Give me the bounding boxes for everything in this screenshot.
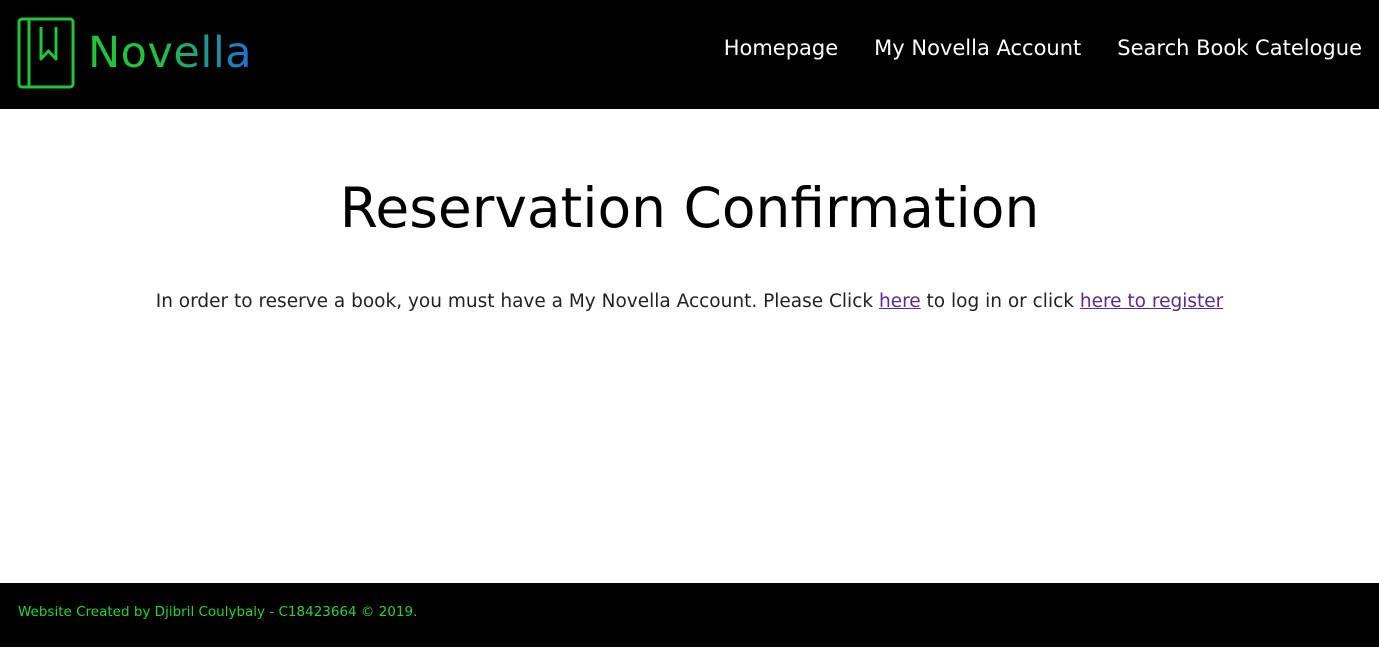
nav-homepage[interactable]: Homepage xyxy=(724,34,838,62)
logo-link[interactable]: Novella xyxy=(17,17,252,89)
site-header: Novella Homepage My Novella Account Sear… xyxy=(0,0,1379,109)
page-title: Reservation Confirmation xyxy=(339,176,1040,240)
book-bookmark-icon xyxy=(17,17,75,89)
reservation-message: In order to reserve a book, you must hav… xyxy=(0,289,1379,315)
main-nav: Homepage My Novella Account Search Book … xyxy=(724,34,1362,62)
brand-name: Novella xyxy=(88,27,253,78)
message-text-middle: to log in or click xyxy=(920,291,1080,312)
login-link[interactable]: here xyxy=(879,291,921,312)
site-footer: Website Created by Djibril Coulybaly - C… xyxy=(0,583,1379,647)
message-text-before: In order to reserve a book, you must hav… xyxy=(155,291,879,312)
footer-credit: Website Created by Djibril Coulybaly - C… xyxy=(18,604,418,620)
nav-my-account[interactable]: My Novella Account xyxy=(874,34,1081,62)
nav-search-catalogue[interactable]: Search Book Catelogue xyxy=(1117,34,1362,62)
register-link[interactable]: here to register xyxy=(1080,291,1223,312)
